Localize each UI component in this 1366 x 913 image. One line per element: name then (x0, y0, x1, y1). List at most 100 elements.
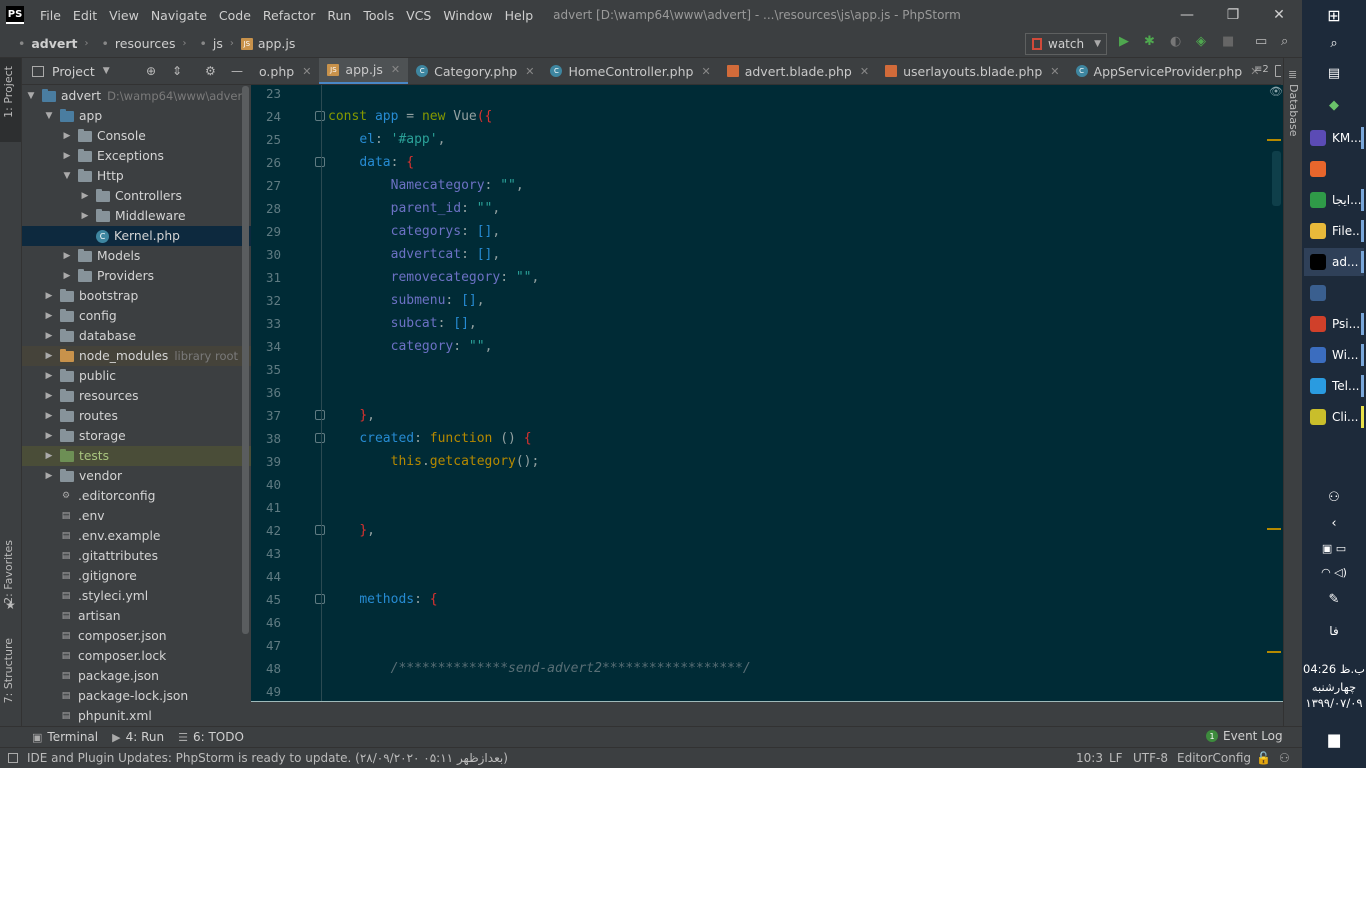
tree-item[interactable]: ▤ .gitignore (22, 566, 251, 586)
project-scrollbar[interactable] (242, 86, 249, 634)
code-line[interactable]: parent_id: "", (328, 197, 501, 220)
fold-icon[interactable] (315, 433, 325, 443)
breadcrumb-file[interactable]: app.js (258, 36, 296, 51)
tree-item[interactable]: ⚙ .editorconfig (22, 486, 251, 506)
tree-item[interactable]: ▶ bootstrap (22, 286, 251, 306)
event-log-button[interactable]: 1 Event Log (1206, 729, 1283, 743)
gear-icon[interactable]: ⚙ (205, 64, 216, 78)
favorites-tool-label[interactable]: 2: Favorites (2, 540, 15, 604)
menu-view[interactable]: View (103, 8, 145, 23)
menu-run[interactable]: Run (321, 8, 357, 23)
debug-icon[interactable]: ✱ (1144, 34, 1155, 49)
run-config-selector[interactable]: watch ▼ (1025, 33, 1107, 55)
tree-item[interactable]: ▼ Http (22, 166, 251, 186)
close-tab-icon[interactable]: ✕ (701, 65, 710, 78)
taskbar-app[interactable]: Wi... (1304, 341, 1364, 369)
expand-arrow-icon[interactable]: ▼ (26, 91, 36, 101)
tree-item[interactable]: ▼ advert D:\wamp64\www\advert (22, 86, 251, 106)
profile-icon[interactable]: ◈ (1196, 34, 1206, 49)
clock-date[interactable]: ۱۳۹۹/۰۷/۰۹ (1302, 696, 1366, 710)
editor-tab[interactable]: C HomeController.php ✕ (542, 58, 718, 84)
tree-item[interactable]: ▤ artisan (22, 606, 251, 626)
editor-tab[interactable]: composer.jsc (1267, 58, 1281, 84)
tree-item[interactable]: ▤ .env (22, 506, 251, 526)
menu-edit[interactable]: Edit (67, 8, 103, 23)
minimize-icon[interactable]: — (1164, 0, 1210, 30)
hide-panel-icon[interactable]: — (231, 64, 243, 78)
taskbar-app[interactable]: ایجا... (1304, 186, 1364, 214)
code-line[interactable]: el: '#app', (328, 128, 445, 151)
breadcrumb-resources[interactable]: resources (115, 36, 176, 51)
line-separator[interactable]: LF (1109, 751, 1123, 765)
taskbar-app[interactable] (1304, 279, 1364, 307)
tree-item[interactable]: ▤ .gitattributes (22, 546, 251, 566)
tree-item[interactable]: ▤ .env.example (22, 526, 251, 546)
structure-tool-label[interactable]: 7: Structure (2, 638, 15, 703)
collapse-arrow-icon[interactable]: ▶ (62, 131, 72, 141)
collapse-arrow-icon[interactable]: ▶ (80, 191, 90, 201)
system-tray-icons[interactable]: ▣ ▭ (1302, 542, 1366, 555)
code-line[interactable]: submenu: [], (328, 289, 485, 312)
code-line[interactable]: removecategory: "", (328, 266, 540, 289)
code-line[interactable]: }, (328, 519, 375, 542)
collapse-arrow-icon[interactable]: ▶ (62, 151, 72, 161)
code-line[interactable]: }, (328, 404, 375, 427)
stop-icon[interactable]: ■ (1222, 34, 1234, 49)
tree-item[interactable]: ▶ public (22, 366, 251, 386)
taskbar-app[interactable]: Cli... (1304, 403, 1364, 431)
menu-navigate[interactable]: Navigate (145, 8, 213, 23)
collapse-arrow-icon[interactable]: ▶ (44, 431, 54, 441)
menu-code[interactable]: Code (213, 8, 257, 23)
app-icon[interactable]: ◆ (1302, 98, 1366, 113)
restore-icon[interactable]: ❐ (1210, 0, 1256, 30)
collapse-arrow-icon[interactable]: ▶ (44, 331, 54, 341)
close-tab-icon[interactable]: ✕ (525, 65, 534, 78)
tree-item[interactable]: ▤ package-lock.json (22, 686, 251, 706)
code-line[interactable]: created: function () { (328, 427, 531, 450)
file-encoding[interactable]: UTF-8 (1133, 751, 1168, 765)
run-icon[interactable]: ▶ (1119, 34, 1129, 49)
project-structure-icon[interactable]: ▭ (1255, 34, 1267, 49)
taskbar-app[interactable]: Psi... (1304, 310, 1364, 338)
tree-item[interactable]: ▶ Exceptions (22, 146, 251, 166)
collapse-arrow-icon[interactable]: ▶ (62, 251, 72, 261)
tree-item[interactable]: ▤ composer.lock (22, 646, 251, 666)
collapse-arrow-icon[interactable]: ▶ (62, 271, 72, 281)
warning-marker[interactable] (1267, 139, 1281, 141)
code-line[interactable]: this.getcategory(); (328, 450, 540, 473)
code-line[interactable]: data: { (328, 151, 414, 174)
collapse-arrow-icon[interactable]: ▶ (44, 351, 54, 361)
breadcrumb-project[interactable]: advert (31, 36, 77, 51)
menu-help[interactable]: Help (499, 8, 540, 23)
tree-item[interactable]: ▤ .styleci.yml (22, 586, 251, 606)
tree-item[interactable]: ▤ package.json (22, 666, 251, 686)
menu-file[interactable]: File (34, 8, 67, 23)
taskbar-app[interactable]: File... (1304, 217, 1364, 245)
code-line[interactable]: methods: { (328, 588, 437, 611)
fold-icon[interactable] (315, 525, 325, 535)
network-volume-icons[interactable]: ◠ ◁) (1302, 566, 1366, 579)
lock-icon[interactable]: 🔓 (1256, 751, 1271, 765)
warning-marker[interactable] (1267, 651, 1281, 653)
taskbar-app[interactable]: KM... (1304, 124, 1364, 152)
expand-arrow-icon[interactable]: ▼ (44, 111, 54, 121)
tree-item[interactable]: ▶ database (22, 326, 251, 346)
toggle-tool-windows-icon[interactable] (8, 753, 18, 763)
tree-item[interactable]: ▶ vendor (22, 466, 251, 486)
tree-item[interactable]: ▶ Models (22, 246, 251, 266)
tree-item[interactable]: ▶ routes (22, 406, 251, 426)
menu-window[interactable]: Window (437, 8, 498, 23)
expand-arrow-icon[interactable]: ▼ (62, 171, 72, 181)
pen-icon[interactable]: ✎ (1302, 592, 1366, 607)
tree-item[interactable]: ▤ composer.json (22, 626, 251, 646)
warning-marker[interactable] (1267, 528, 1281, 530)
code-line[interactable]: /**************send-advert2*************… (328, 657, 751, 680)
editor-tab[interactable]: C AppServiceProvider.php ✕ (1068, 58, 1268, 84)
caret-position[interactable]: 10:3 (1076, 751, 1103, 765)
close-tab-icon[interactable]: ✕ (860, 65, 869, 78)
tree-item[interactable]: C Kernel.php (22, 226, 251, 246)
taskbar-app[interactable]: Tel... (1304, 372, 1364, 400)
collapse-arrow-icon[interactable]: ▶ (44, 311, 54, 321)
tree-item[interactable]: ▶ config (22, 306, 251, 326)
tree-item[interactable]: ▼ app (22, 106, 251, 126)
